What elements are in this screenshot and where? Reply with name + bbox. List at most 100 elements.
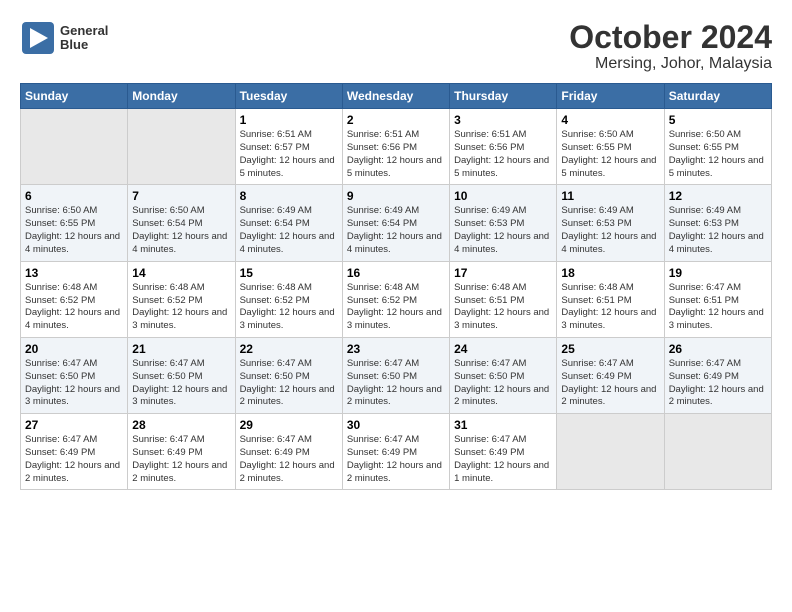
day-number: 28 (132, 418, 230, 432)
day-number: 20 (25, 342, 123, 356)
logo-icon (20, 20, 56, 56)
day-cell: 18 Sunrise: 6:48 AM Sunset: 6:51 PM Dayli… (557, 261, 664, 337)
day-info: Sunrise: 6:47 AM Sunset: 6:51 PM Dayligh… (669, 282, 767, 333)
week-row-4: 20 Sunrise: 6:47 AM Sunset: 6:50 PM Dayli… (21, 337, 772, 413)
day-number: 15 (240, 266, 338, 280)
day-info: Sunrise: 6:49 AM Sunset: 6:53 PM Dayligh… (561, 205, 659, 256)
day-number: 25 (561, 342, 659, 356)
day-cell (557, 414, 664, 490)
day-number: 12 (669, 189, 767, 203)
day-info: Sunrise: 6:47 AM Sunset: 6:50 PM Dayligh… (240, 358, 338, 409)
day-number: 6 (25, 189, 123, 203)
day-number: 26 (669, 342, 767, 356)
day-info: Sunrise: 6:49 AM Sunset: 6:53 PM Dayligh… (669, 205, 767, 256)
calendar-title: October 2024 (569, 20, 772, 55)
header-thursday: Thursday (450, 84, 557, 109)
day-cell: 26 Sunrise: 6:47 AM Sunset: 6:49 PM Dayli… (664, 337, 771, 413)
day-cell: 30 Sunrise: 6:47 AM Sunset: 6:49 PM Dayli… (342, 414, 449, 490)
day-cell: 3Sunrise: 6:51 AM Sunset: 6:56 PM Daylig… (450, 109, 557, 185)
day-info: Sunrise: 6:50 AM Sunset: 6:54 PM Dayligh… (132, 205, 230, 256)
day-number: 21 (132, 342, 230, 356)
day-number: 1 (240, 113, 338, 127)
day-number: 18 (561, 266, 659, 280)
day-number: 11 (561, 189, 659, 203)
day-cell: 2 Sunrise: 6:51 AM Sunset: 6:56 PM Daylig… (342, 109, 449, 185)
day-number: 17 (454, 266, 552, 280)
day-number: 5 (669, 113, 767, 127)
day-number: 29 (240, 418, 338, 432)
day-cell (128, 109, 235, 185)
day-number: 24 (454, 342, 552, 356)
day-cell: 31 Sunrise: 6:47 AM Sunset: 6:49 PM Dayli… (450, 414, 557, 490)
day-cell: 14 Sunrise: 6:48 AM Sunset: 6:52 PM Dayli… (128, 261, 235, 337)
day-cell (664, 414, 771, 490)
day-cell: 17 Sunrise: 6:48 AM Sunset: 6:51 PM Dayli… (450, 261, 557, 337)
day-info: Sunrise: 6:48 AM Sunset: 6:52 PM Dayligh… (347, 282, 445, 333)
day-number: 8 (240, 189, 338, 203)
day-cell: 24 Sunrise: 6:47 AM Sunset: 6:50 PM Dayli… (450, 337, 557, 413)
day-number: 27 (25, 418, 123, 432)
day-cell: 10 Sunrise: 6:49 AM Sunset: 6:53 PM Dayli… (450, 185, 557, 261)
title-area: October 2024 Mersing, Johor, Malaysia (569, 20, 772, 73)
week-row-3: 13 Sunrise: 6:48 AM Sunset: 6:52 PM Dayli… (21, 261, 772, 337)
day-cell: 4Sunrise: 6:50 AM Sunset: 6:55 PM Daylig… (557, 109, 664, 185)
day-info: Sunrise: 6:51 AM Sunset: 6:56 PM Dayligh… (347, 129, 445, 180)
day-cell: 20Sunrise: 6:47 AM Sunset: 6:50 PM Dayli… (21, 337, 128, 413)
page-header: General Blue October 2024 Mersing, Johor… (20, 20, 772, 73)
day-number: 16 (347, 266, 445, 280)
day-info: Sunrise: 6:47 AM Sunset: 6:49 PM Dayligh… (347, 434, 445, 485)
day-number: 19 (669, 266, 767, 280)
day-number: 14 (132, 266, 230, 280)
day-cell: 1 Sunrise: 6:51 AM Sunset: 6:57 PM Daylig… (235, 109, 342, 185)
calendar-header-row: SundayMondayTuesdayWednesdayThursdayFrid… (21, 84, 772, 109)
day-info: Sunrise: 6:51 AM Sunset: 6:57 PM Dayligh… (240, 129, 338, 180)
day-cell: 8Sunrise: 6:49 AM Sunset: 6:54 PM Daylig… (235, 185, 342, 261)
day-cell: 6 Sunrise: 6:50 AM Sunset: 6:55 PM Daylig… (21, 185, 128, 261)
day-info: Sunrise: 6:50 AM Sunset: 6:55 PM Dayligh… (669, 129, 767, 180)
day-cell: 7Sunrise: 6:50 AM Sunset: 6:54 PM Daylig… (128, 185, 235, 261)
day-info: Sunrise: 6:49 AM Sunset: 6:54 PM Dayligh… (347, 205, 445, 256)
day-number: 2 (347, 113, 445, 127)
day-info: Sunrise: 6:49 AM Sunset: 6:53 PM Dayligh… (454, 205, 552, 256)
header-saturday: Saturday (664, 84, 771, 109)
day-cell: 28Sunrise: 6:47 AM Sunset: 6:49 PM Dayli… (128, 414, 235, 490)
day-info: Sunrise: 6:47 AM Sunset: 6:50 PM Dayligh… (454, 358, 552, 409)
day-number: 3 (454, 113, 552, 127)
day-cell: 22 Sunrise: 6:47 AM Sunset: 6:50 PM Dayli… (235, 337, 342, 413)
day-info: Sunrise: 6:48 AM Sunset: 6:52 PM Dayligh… (132, 282, 230, 333)
header-sunday: Sunday (21, 84, 128, 109)
day-cell: 19 Sunrise: 6:47 AM Sunset: 6:51 PM Dayli… (664, 261, 771, 337)
day-info: Sunrise: 6:47 AM Sunset: 6:50 PM Dayligh… (132, 358, 230, 409)
week-row-1: 1 Sunrise: 6:51 AM Sunset: 6:57 PM Daylig… (21, 109, 772, 185)
day-info: Sunrise: 6:48 AM Sunset: 6:52 PM Dayligh… (240, 282, 338, 333)
day-number: 13 (25, 266, 123, 280)
day-cell (21, 109, 128, 185)
day-number: 31 (454, 418, 552, 432)
day-cell: 29 Sunrise: 6:47 AM Sunset: 6:49 PM Dayli… (235, 414, 342, 490)
logo-line2: Blue (60, 38, 108, 52)
day-number: 10 (454, 189, 552, 203)
week-row-5: 27 Sunrise: 6:47 AM Sunset: 6:49 PM Dayli… (21, 414, 772, 490)
day-info: Sunrise: 6:47 AM Sunset: 6:49 PM Dayligh… (240, 434, 338, 485)
day-cell: 21 Sunrise: 6:47 AM Sunset: 6:50 PM Dayli… (128, 337, 235, 413)
day-info: Sunrise: 6:47 AM Sunset: 6:49 PM Dayligh… (454, 434, 552, 485)
header-wednesday: Wednesday (342, 84, 449, 109)
day-cell: 16 Sunrise: 6:48 AM Sunset: 6:52 PM Dayli… (342, 261, 449, 337)
logo: General Blue (20, 20, 108, 56)
day-number: 30 (347, 418, 445, 432)
day-info: Sunrise: 6:48 AM Sunset: 6:51 PM Dayligh… (561, 282, 659, 333)
day-info: Sunrise: 6:47 AM Sunset: 6:49 PM Dayligh… (669, 358, 767, 409)
day-info: Sunrise: 6:48 AM Sunset: 6:51 PM Dayligh… (454, 282, 552, 333)
day-cell: 23Sunrise: 6:47 AM Sunset: 6:50 PM Dayli… (342, 337, 449, 413)
day-number: 9 (347, 189, 445, 203)
day-info: Sunrise: 6:47 AM Sunset: 6:49 PM Dayligh… (561, 358, 659, 409)
day-info: Sunrise: 6:50 AM Sunset: 6:55 PM Dayligh… (25, 205, 123, 256)
week-row-2: 6 Sunrise: 6:50 AM Sunset: 6:55 PM Daylig… (21, 185, 772, 261)
header-friday: Friday (557, 84, 664, 109)
day-cell: 13 Sunrise: 6:48 AM Sunset: 6:52 PM Dayli… (21, 261, 128, 337)
day-cell: 27Sunrise: 6:47 AM Sunset: 6:49 PM Dayli… (21, 414, 128, 490)
day-info: Sunrise: 6:50 AM Sunset: 6:55 PM Dayligh… (561, 129, 659, 180)
day-cell: 12 Sunrise: 6:49 AM Sunset: 6:53 PM Dayli… (664, 185, 771, 261)
day-number: 22 (240, 342, 338, 356)
day-info: Sunrise: 6:48 AM Sunset: 6:52 PM Dayligh… (25, 282, 123, 333)
